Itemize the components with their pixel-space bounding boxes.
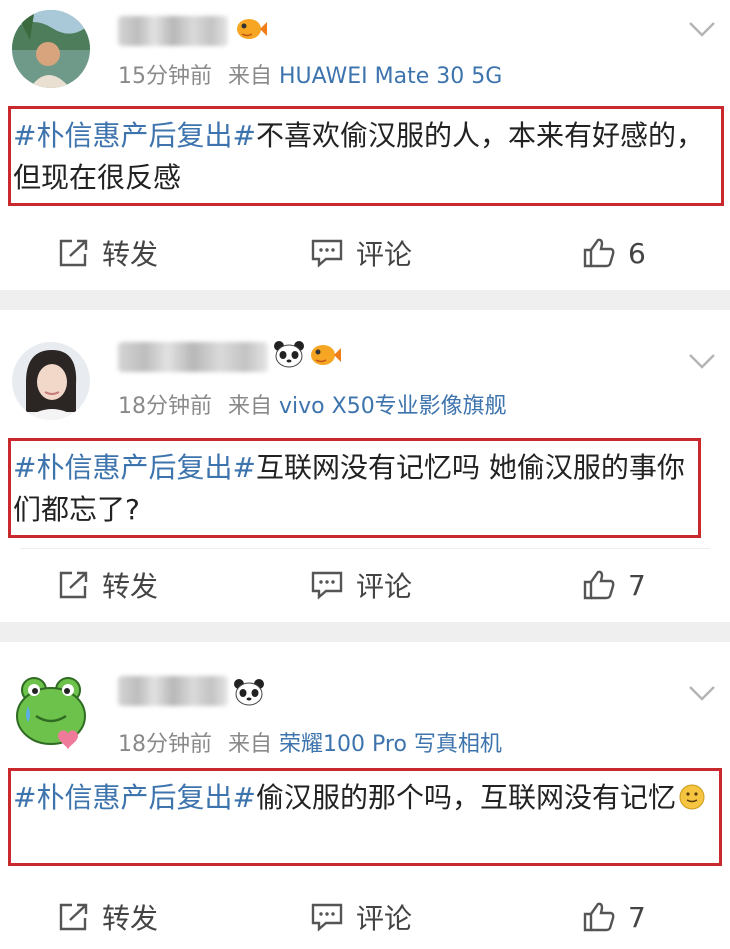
hashtag-link[interactable]: #朴信惠产后复出#	[13, 119, 256, 152]
source-prefix: 来自	[228, 732, 273, 757]
username-blurred[interactable]	[118, 16, 228, 46]
highlight-box: #朴信惠产后复出#不喜欢偷汉服的人，本来有好感的，但现在很反感	[8, 106, 724, 206]
source-prefix: 来自	[228, 64, 273, 89]
hashtag-link[interactable]: #朴信惠产后复出#	[13, 451, 256, 484]
thumbs-up-icon	[583, 570, 615, 600]
thumbs-up-icon	[583, 238, 615, 268]
like-count: 6	[628, 236, 646, 270]
post-card: 15分钟前 来自 HUAWEI Mate 30 5G #朴信惠产后复出#不喜欢偷汉…	[0, 0, 730, 290]
repost-label: 转发	[102, 570, 159, 603]
action-bar: 转发 评论 7	[0, 897, 730, 937]
post-meta: 15分钟前 来自 HUAWEI Mate 30 5G	[118, 58, 502, 90]
share-square-icon	[59, 571, 88, 599]
source-device[interactable]: HUAWEI Mate 30 5G	[279, 64, 502, 89]
frog-avatar-image	[12, 674, 90, 752]
post-divider	[0, 290, 730, 310]
post-card: 18分钟前 来自 vivo X50专业影像旗舰 #朴信惠产后复出#互联网没有记忆吗…	[0, 310, 730, 622]
avatar-image	[12, 342, 90, 420]
post-time: 18分钟前	[118, 394, 212, 419]
avatar[interactable]	[12, 342, 90, 420]
post-time: 15分钟前	[118, 64, 212, 89]
chevron-down-icon[interactable]	[688, 20, 716, 38]
hashtag-link[interactable]: #朴信惠产后复出#	[13, 781, 256, 814]
highlight-box: #朴信惠产后复出#偷汉服的那个吗，互联网没有记忆	[8, 768, 722, 866]
like-count: 7	[628, 900, 646, 934]
smile-emoji-icon	[679, 784, 705, 810]
action-bar: 转发 评论 6	[0, 233, 730, 273]
chevron-down-icon[interactable]	[688, 352, 716, 370]
post-time: 18分钟前	[118, 732, 212, 757]
like-button[interactable]: 6	[582, 233, 646, 273]
username-blurred[interactable]	[118, 676, 228, 706]
share-square-icon	[59, 239, 88, 267]
comment-button[interactable]: 评论	[310, 565, 412, 605]
highlight-box: #朴信惠产后复出#互联网没有记忆吗 她偷汉服的事你们都忘了?	[8, 438, 701, 538]
username-blurred[interactable]	[118, 342, 268, 372]
source-prefix: 来自	[228, 394, 273, 419]
fish-badge-icon	[237, 19, 267, 39]
comment-label: 评论	[356, 902, 413, 935]
post-divider	[0, 622, 730, 642]
action-bar: 转发 评论 7	[0, 565, 730, 605]
source-device[interactable]: 荣耀100 Pro 写真相机	[279, 732, 502, 757]
repost-button[interactable]: 转发	[58, 565, 158, 605]
comment-bubble-icon	[311, 903, 343, 932]
like-count: 7	[628, 568, 646, 602]
post-meta: 18分钟前 来自 vivo X50专业影像旗舰	[118, 388, 507, 420]
avatar-image	[12, 10, 90, 88]
repost-label: 转发	[102, 902, 159, 935]
comment-bubble-icon	[311, 239, 343, 268]
comment-bubble-icon	[311, 571, 343, 600]
fish-badge-icon	[311, 345, 341, 365]
post-text: #朴信惠产后复出#互联网没有记忆吗 她偷汉服的事你们都忘了?	[13, 447, 698, 531]
repost-label: 转发	[102, 238, 159, 271]
post-body: 偷汉服的那个吗，互联网没有记忆	[255, 781, 676, 814]
comment-button[interactable]: 评论	[310, 897, 412, 937]
post-card: 18分钟前 来自 荣耀100 Pro 写真相机 #朴信惠产后复出#偷汉服的那个吗，…	[0, 642, 730, 949]
source-device[interactable]: vivo X50专业影像旗舰	[279, 394, 507, 419]
divider-line	[20, 548, 710, 549]
thumbs-up-icon	[583, 902, 615, 932]
like-button[interactable]: 7	[582, 897, 646, 937]
post-meta: 18分钟前 来自 荣耀100 Pro 写真相机	[118, 726, 502, 758]
avatar[interactable]	[12, 10, 90, 88]
comment-button[interactable]: 评论	[310, 233, 412, 273]
post-text: #朴信惠产后复出#不喜欢偷汉服的人，本来有好感的，但现在很反感	[13, 115, 721, 199]
share-square-icon	[59, 903, 88, 931]
post-text: #朴信惠产后复出#偷汉服的那个吗，互联网没有记忆	[13, 777, 719, 819]
chevron-down-icon[interactable]	[688, 684, 716, 702]
like-button[interactable]: 7	[582, 565, 646, 605]
comment-label: 评论	[356, 238, 413, 271]
comment-label: 评论	[356, 570, 413, 603]
repost-button[interactable]: 转发	[58, 233, 158, 273]
panda-badge-icon	[234, 679, 264, 706]
avatar[interactable]	[12, 674, 90, 752]
repost-button[interactable]: 转发	[58, 897, 158, 937]
panda-badge-icon	[274, 341, 304, 368]
